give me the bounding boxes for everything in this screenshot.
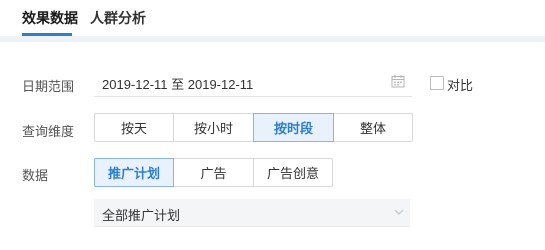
data-option-ad[interactable]: 广告 bbox=[173, 158, 254, 187]
dimension-option-period[interactable]: 按时段 bbox=[253, 113, 334, 142]
data-option-campaign[interactable]: 推广计划 bbox=[94, 158, 174, 187]
tab-audience-analysis[interactable]: 人群分析 bbox=[90, 9, 146, 27]
dimension-option-day[interactable]: 按天 bbox=[94, 113, 174, 142]
date-range-picker[interactable]: 2019-12-11 至 2019-12-11 bbox=[94, 66, 412, 97]
header-divider-band bbox=[0, 36, 545, 42]
data-option-creative[interactable]: 广告创意 bbox=[253, 158, 333, 187]
dimension-segmented-control: 按天 按小时 按时段 整体 bbox=[94, 113, 413, 142]
dimension-option-hour[interactable]: 按小时 bbox=[173, 113, 254, 142]
tab-effect-data[interactable]: 效果数据 bbox=[22, 9, 78, 27]
chevron-down-icon bbox=[394, 209, 404, 215]
data-label: 数据 bbox=[22, 168, 49, 183]
top-tabs: 效果数据 人群分析 bbox=[0, 0, 545, 36]
compare-label: 对比 bbox=[447, 78, 474, 93]
dimension-label: 查询维度 bbox=[22, 124, 75, 139]
calendar-icon[interactable] bbox=[391, 74, 405, 88]
date-range-label: 日期范围 bbox=[22, 79, 75, 94]
dimension-option-overall[interactable]: 整体 bbox=[333, 113, 413, 142]
data-segmented-control: 推广计划 广告 广告创意 bbox=[94, 158, 333, 187]
campaign-select[interactable]: 全部推广计划 bbox=[94, 199, 410, 227]
campaign-select-value: 全部推广计划 bbox=[102, 208, 181, 223]
date-range-value: 2019-12-11 至 2019-12-11 bbox=[102, 77, 254, 92]
compare-checkbox[interactable] bbox=[430, 76, 444, 90]
